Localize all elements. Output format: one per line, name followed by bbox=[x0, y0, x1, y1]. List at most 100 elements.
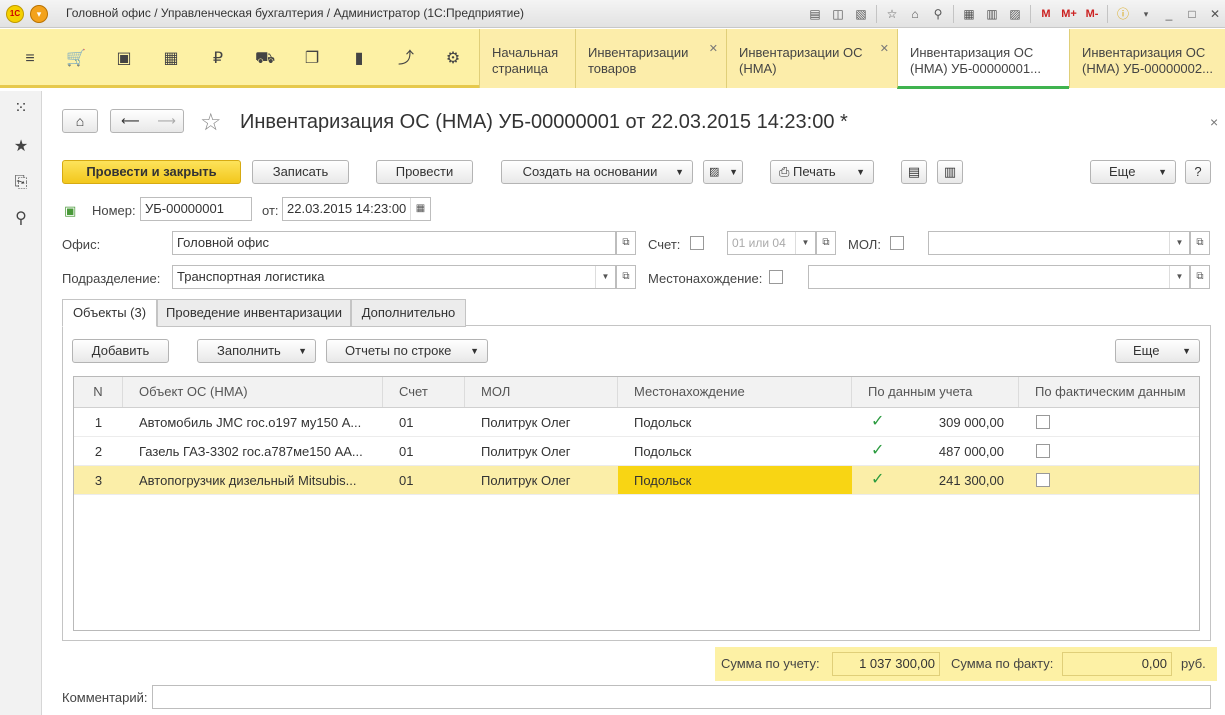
account-cell[interactable]: 01 bbox=[383, 466, 465, 494]
more-button[interactable]: Еще ▼ bbox=[1090, 160, 1176, 184]
table-row[interactable]: 1 Автомобиль JMC гос.о197 му150 А... 01 … bbox=[74, 408, 1199, 437]
attach-file-button[interactable]: ▨ ▼ bbox=[703, 160, 743, 184]
account-dropdown-icon[interactable]: ▼ bbox=[795, 232, 815, 254]
maximize-icon[interactable]: □ bbox=[1182, 4, 1202, 24]
print-button[interactable]: ⎙ Печать ▼ bbox=[770, 160, 874, 184]
date-field[interactable]: 22.03.2015 14:23:00 ▦ bbox=[282, 197, 431, 221]
structure-icon[interactable]: ▥ bbox=[937, 160, 963, 184]
home-button[interactable]: ⌂ bbox=[62, 109, 98, 133]
mol-field[interactable]: ▼ bbox=[928, 231, 1190, 255]
column-header[interactable]: По фактическим данным bbox=[1019, 377, 1199, 407]
analytics-icon[interactable]: ⤴ bbox=[396, 49, 416, 69]
mol-open-icon[interactable]: ⧉ bbox=[1190, 231, 1210, 255]
tab-close-icon[interactable]: ✕ bbox=[709, 41, 718, 57]
mol-cell[interactable]: Политрук Олег bbox=[465, 466, 618, 494]
account-open-icon[interactable]: ⧉ bbox=[816, 231, 836, 255]
minimize-icon[interactable]: _ bbox=[1159, 4, 1179, 24]
table-row[interactable]: 2 Газель ГАЗ-3302 гос.а787ме150 АА... 01… bbox=[74, 437, 1199, 466]
column-header[interactable]: МОЛ bbox=[465, 377, 618, 407]
reports-icon[interactable]: ▮ bbox=[349, 49, 369, 69]
link-icon[interactable]: ⚲ bbox=[928, 4, 948, 24]
location-cell[interactable]: Подольск bbox=[618, 408, 852, 436]
calendar-picker-icon[interactable]: ▦ bbox=[410, 198, 430, 220]
table-more-button[interactable]: Еще ▼ bbox=[1115, 339, 1200, 363]
office-open-icon[interactable]: ⧉ bbox=[616, 231, 636, 255]
fact-checkbox[interactable] bbox=[1036, 415, 1050, 429]
division-field[interactable]: Транспортная логистика ▼ bbox=[172, 265, 616, 289]
tab-inventory-goods[interactable]: Инвентаризации товаров ✕ bbox=[575, 29, 726, 88]
favorite-star-icon[interactable]: ☆ bbox=[200, 108, 222, 137]
tab-document-ub2[interactable]: Инвентаризация ОС (НМА) УБ-00000002... bbox=[1069, 29, 1225, 88]
dropdown-icon[interactable]: ▾ bbox=[1136, 4, 1156, 24]
column-header[interactable]: Счет bbox=[383, 377, 465, 407]
location-cell[interactable]: Подольск bbox=[618, 437, 852, 465]
favorites-star-icon[interactable]: ★ bbox=[11, 137, 31, 157]
search-icon[interactable]: ⚲ bbox=[11, 209, 31, 229]
location-field[interactable]: ▼ bbox=[808, 265, 1190, 289]
post-button[interactable]: Провести bbox=[376, 160, 473, 184]
account-field[interactable]: 01 или 04 ▼ bbox=[727, 231, 816, 255]
tab-home[interactable]: Начальная страница bbox=[479, 29, 575, 88]
memory-plus-icon[interactable]: M+ bbox=[1059, 4, 1079, 24]
print-preview-icon[interactable]: ▤ bbox=[805, 4, 825, 24]
location-cell-current[interactable]: Подольск bbox=[618, 466, 852, 494]
mol-cell[interactable]: Политрук Олег bbox=[465, 408, 618, 436]
location-dropdown-icon[interactable]: ▼ bbox=[1169, 266, 1189, 288]
tab-objects[interactable]: Объекты (3) bbox=[62, 299, 157, 327]
column-header[interactable]: N bbox=[74, 377, 123, 407]
warehouse-icon[interactable]: ▦ bbox=[161, 49, 181, 69]
account-filter-checkbox[interactable] bbox=[690, 236, 704, 250]
help-button[interactable]: ? bbox=[1185, 160, 1211, 184]
back-forward-buttons[interactable]: ⟵ ⟶ bbox=[110, 109, 184, 133]
column-header[interactable]: Объект ОС (НМА) bbox=[123, 377, 383, 407]
favorite-add-icon[interactable]: ☆ bbox=[882, 4, 902, 24]
save-button[interactable]: Записать bbox=[252, 160, 349, 184]
mol-dropdown-icon[interactable]: ▼ bbox=[1169, 232, 1189, 254]
book-check-icon[interactable]: ✓ bbox=[871, 440, 884, 460]
column-header[interactable]: По данным учета bbox=[852, 377, 1019, 407]
tab-inventory-execution[interactable]: Проведение инвентаризации bbox=[157, 299, 351, 327]
close-icon[interactable]: ✕ bbox=[1205, 4, 1225, 24]
object-cell[interactable]: Автопогрузчик дизельный Mitsubis... bbox=[123, 466, 383, 494]
mol-filter-checkbox[interactable] bbox=[890, 236, 904, 250]
location-filter-checkbox[interactable] bbox=[769, 270, 783, 284]
tab-close-icon[interactable]: ✕ bbox=[880, 41, 889, 57]
documents-icon[interactable]: ❐ bbox=[302, 49, 322, 69]
mol-cell[interactable]: Политрук Олег bbox=[465, 437, 618, 465]
main-menu-icon[interactable]: ≡ bbox=[20, 49, 40, 69]
book-check-icon[interactable]: ✓ bbox=[871, 469, 884, 489]
division-dropdown-icon[interactable]: ▼ bbox=[595, 266, 615, 288]
truck-icon[interactable]: ⛟ bbox=[255, 49, 275, 69]
account-cell[interactable]: 01 bbox=[383, 408, 465, 436]
tab-inventory-fixed-assets[interactable]: Инвентаризации ОС (НМА) ✕ bbox=[726, 29, 897, 88]
column-header[interactable]: Местонахождение bbox=[618, 377, 852, 407]
finance-icon[interactable]: ₽ bbox=[208, 49, 228, 69]
document-report-icon[interactable]: ▤ bbox=[901, 160, 927, 184]
fill-button[interactable]: Заполнить ▼ bbox=[197, 339, 316, 363]
office-field[interactable]: Головной офис bbox=[172, 231, 616, 255]
purchases-icon[interactable]: ▣ bbox=[114, 49, 134, 69]
division-open-icon[interactable]: ⧉ bbox=[616, 265, 636, 289]
memory-minus-icon[interactable]: M- bbox=[1082, 4, 1102, 24]
add-row-button[interactable]: Добавить bbox=[72, 339, 169, 363]
clipboard-icon[interactable]: ▧ bbox=[851, 4, 871, 24]
form-close-icon[interactable]: × bbox=[1210, 114, 1218, 130]
book-check-icon[interactable]: ✓ bbox=[871, 411, 884, 431]
cart-icon[interactable]: 🛒 bbox=[66, 49, 86, 69]
location-open-icon[interactable]: ⧉ bbox=[1190, 265, 1210, 289]
tab-additional[interactable]: Дополнительно bbox=[351, 299, 466, 327]
calendar-icon[interactable]: ▥ bbox=[982, 4, 1002, 24]
info-icon[interactable]: ⓘ bbox=[1113, 4, 1133, 24]
row-reports-button[interactable]: Отчеты по строке ▼ bbox=[326, 339, 488, 363]
history-icon[interactable]: ⎘ bbox=[11, 173, 31, 193]
home-icon[interactable]: ⌂ bbox=[905, 4, 925, 24]
account-cell[interactable]: 01 bbox=[383, 437, 465, 465]
number-field[interactable]: УБ-00000001 bbox=[140, 197, 252, 221]
post-and-close-button[interactable]: Провести и закрыть bbox=[62, 160, 241, 184]
apps-grid-icon[interactable]: ⁙ bbox=[11, 99, 31, 119]
comment-field[interactable] bbox=[152, 685, 1211, 709]
create-based-on-button[interactable]: Создать на основании ▼ bbox=[501, 160, 693, 184]
main-menu-button[interactable]: ▾ bbox=[30, 5, 48, 23]
object-cell[interactable]: Автомобиль JMC гос.о197 му150 А... bbox=[123, 408, 383, 436]
memory-m-icon[interactable]: M bbox=[1036, 4, 1056, 24]
